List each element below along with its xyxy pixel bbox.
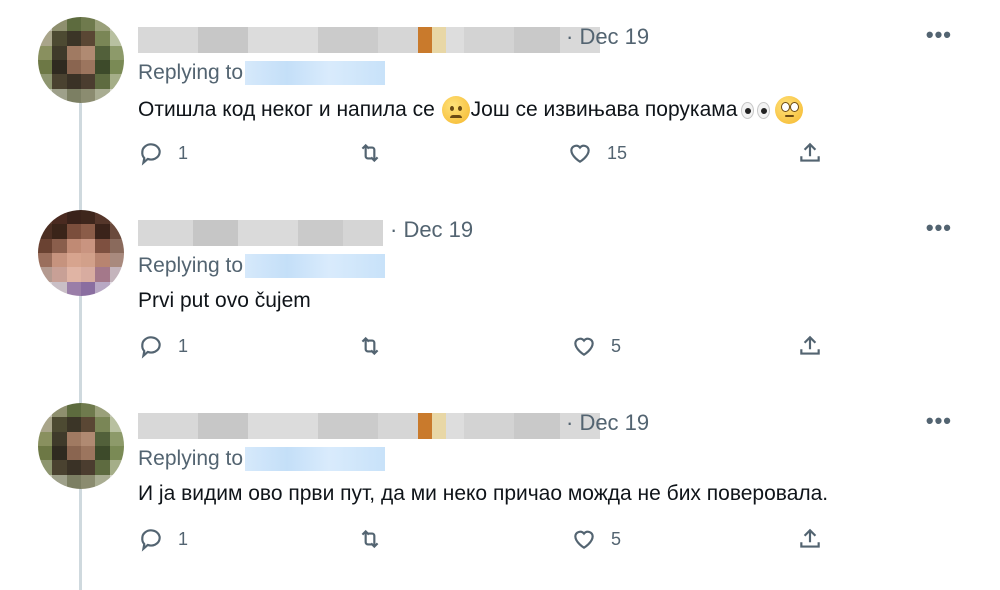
like-button[interactable]: 5 [571,333,621,359]
retweet-icon [361,143,379,163]
avatar[interactable] [38,17,124,103]
reply-button[interactable]: 1 [138,526,188,552]
display-name[interactable] [138,27,600,53]
reply-icon [141,529,161,552]
tweet-text-part: Још се извињава порукама [470,98,738,121]
replying-to: Replying to [138,254,386,278]
frowning-face-emoji [441,96,470,124]
more-icon[interactable]: ••• [926,22,952,48]
retweet-button[interactable] [357,333,383,359]
heart-icon [570,144,590,163]
avatar[interactable] [38,403,124,489]
reply-handle-link[interactable] [245,254,386,278]
share-icon [800,528,820,548]
share-icon [800,335,820,355]
reply-handle-link[interactable] [245,447,386,471]
tweet-text: Отишла код неког и напила се Још се изви… [138,96,804,124]
avatar[interactable] [38,210,124,296]
share-icon [800,142,820,162]
reply-count: 1 [178,142,189,163]
tweet-text: Prvi put ovo čujem [138,289,311,313]
retweet-icon [361,336,379,356]
share-button[interactable] [797,333,823,359]
replying-to: Replying to [138,447,386,471]
tweet-text-part: И ја видим ово први пут, да ми неко прич… [138,482,829,505]
tweet-actions: 1 5 [0,333,1000,373]
heart-icon [574,337,594,356]
tweet[interactable]: · Dec 19 ••• Replying to Отишла код неко… [0,0,1000,192]
reply-count: 1 [178,335,189,356]
more-icon[interactable]: ••• [926,215,952,241]
more-icon[interactable]: ••• [926,408,952,434]
tweet[interactable]: · Dec 19 ••• Replying to Prvi put ovo ču… [0,193,1000,385]
eyes-emoji [741,101,771,119]
like-count: 5 [611,528,622,549]
like-count: 5 [611,335,622,356]
replying-label: Replying to [138,254,244,277]
heart-icon [574,530,594,549]
tweet-date[interactable]: · Dec 19 [566,410,649,436]
retweet-button[interactable] [357,140,383,166]
tweet-actions: 1 15 [0,140,1000,180]
replying-to: Replying to [138,61,386,85]
tweet[interactable]: · Dec 19 ••• Replying to И ја видим ово … [0,386,1000,578]
replying-label: Replying to [138,61,244,84]
share-button[interactable] [797,526,823,552]
share-button[interactable] [797,140,823,166]
like-button[interactable]: 5 [571,526,621,552]
tweet-text-part: Отишла код неког и напила се [138,98,435,121]
tweet-date[interactable]: · Dec 19 [390,217,473,243]
reply-icon [141,143,161,166]
retweet-button[interactable] [357,526,383,552]
tweet-text: И ја видим ово први пут, да ми неко прич… [138,482,828,506]
reply-icon [141,336,161,359]
like-count: 15 [607,142,628,163]
reply-button[interactable]: 1 [138,333,188,359]
retweet-icon [361,529,379,549]
reply-count: 1 [178,528,189,549]
tweet-text-part: Prvi put ovo čujem [138,289,311,312]
like-button[interactable]: 15 [567,140,627,166]
replying-label: Replying to [138,447,244,470]
display-name[interactable] [138,413,600,439]
reply-button[interactable]: 1 [138,140,188,166]
reply-handle-link[interactable] [245,61,386,85]
tweet-date[interactable]: · Dec 19 [566,24,649,50]
display-name[interactable] [138,220,383,246]
rolling-eyes-emoji [775,96,804,124]
tweet-actions: 1 5 [0,526,1000,566]
